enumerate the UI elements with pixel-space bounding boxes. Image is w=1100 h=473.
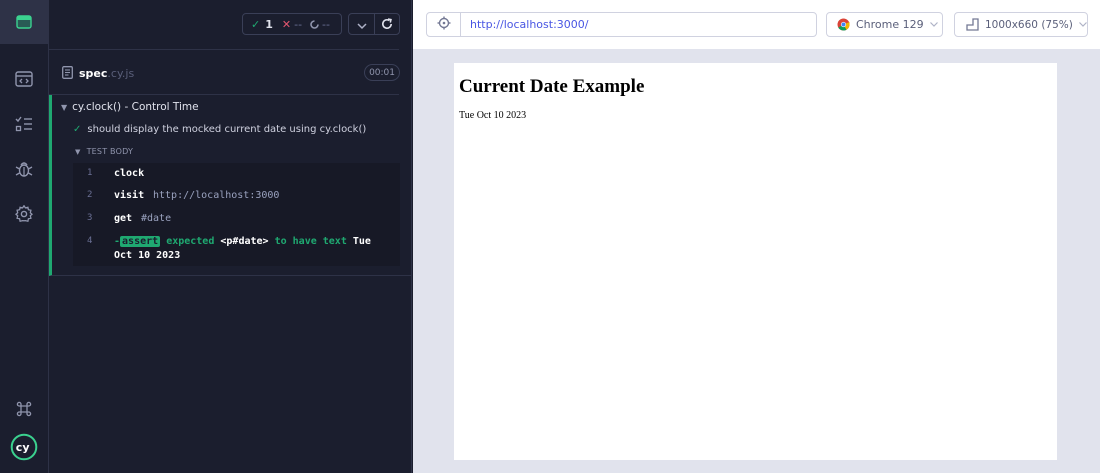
check-icon: ✓ [73,124,82,135]
command-number: 3 [87,213,93,223]
url-text: http://localhost:3000/ [470,18,589,31]
assert-expected: expected [166,236,215,247]
nav-settings[interactable] [0,192,48,236]
document-icon [62,64,73,83]
command-number: 2 [87,190,93,200]
browser-area: http://localhost:3000/ Chrome 129 1000x6… [413,0,1100,473]
chevron-down-icon [929,20,938,30]
nav-debug[interactable] [0,147,48,191]
browser-name: Chrome 129 [856,18,924,31]
expand-toggle-button[interactable] [349,14,374,34]
viewport-size: 1000x660 (75%) [985,18,1073,31]
command-name: get [114,213,133,224]
reporter-panel: ✓ 1 ✕ -- -- spec .cy.js 00:01 ▼ cy.clock… [49,0,412,473]
chevron-down-icon [356,15,367,34]
date-text: Tue Oct 10 2023 [459,110,527,121]
check-icon: ✓ [251,17,261,31]
svg-text:cy: cy [16,441,30,454]
x-icon: ✕ [281,17,292,31]
test-suite: ▼ cy.clock() - Control Time ✓ should dis… [49,95,411,276]
command-number: 4 [87,236,93,246]
nav-project[interactable] [0,0,48,44]
test-body-toggle[interactable]: ▼ TEST BODY [75,147,133,156]
app-under-test: Current Date Example Tue Oct 10 2023 [454,63,1057,460]
assert-mid: to have text [274,236,347,247]
command-name: clock [114,168,145,179]
nav-cypress-logo[interactable]: cy [0,425,48,469]
assert-badge: assert [120,236,161,247]
failed-count: -- [294,17,303,31]
selector-playground-button[interactable] [427,13,461,36]
crosshair-icon [437,15,451,34]
browser-selector[interactable]: Chrome 129 [826,12,943,37]
reporter-controls [348,13,400,35]
pending-count: -- [322,17,330,31]
refresh-icon [381,15,393,34]
nav-specs[interactable] [0,57,48,101]
nav-runs[interactable] [0,102,48,146]
assert-message: - assert expected <p#date> to have text T… [114,235,389,263]
runs-icon [15,116,33,132]
cy-logo-icon: cy [10,433,38,461]
chrome-icon [837,18,850,31]
command-message: #date [141,213,172,224]
command-icon [16,401,32,417]
command-log: 1 clock 2 visit http://localhost:3000 3 … [73,163,400,266]
chevron-down-icon: ▼ [75,147,81,156]
spec-name: spec [79,66,108,80]
rerun-button[interactable] [374,14,399,34]
chevron-down-icon [1078,20,1087,30]
viewport-icon [966,18,979,31]
project-icon [16,14,32,30]
spec-header[interactable]: spec .cy.js 00:01 [62,62,400,84]
test-stats: ✓ 1 ✕ -- -- [242,13,342,35]
test-title-row[interactable]: ✓ should display the mocked current date… [73,124,366,135]
sidebar-nav: cy [0,0,49,473]
viewport-selector[interactable]: 1000x660 (75%) [954,12,1088,37]
spec-extension: .cy.js [107,66,135,80]
url-bar[interactable]: http://localhost:3000/ [426,12,817,37]
spec-duration: 00:01 [364,64,400,81]
test-title: should display the mocked current date u… [87,124,367,135]
passed-count: 1 [265,17,273,31]
specs-icon [15,71,33,87]
test-body-label: TEST BODY [86,147,134,156]
chevron-down-icon: ▼ [61,102,68,112]
command-row-assert[interactable]: 4 - assert expected <p#date> to have text… [73,235,400,263]
command-name: visit [114,190,145,201]
divider [49,49,399,50]
command-message: http://localhost:3000 [153,190,280,201]
gear-icon [15,205,33,223]
suite-title-row[interactable]: ▼ cy.clock() - Control Time [61,101,199,113]
command-number: 1 [87,168,93,178]
pending-icon [310,19,319,29]
bug-icon [15,160,33,178]
suite-title: cy.clock() - Control Time [72,101,199,113]
page-heading: Current Date Example [459,76,645,97]
assert-subject: <p#date> [220,236,269,247]
browser-toolbar: http://localhost:3000/ Chrome 129 1000x6… [413,0,1100,49]
